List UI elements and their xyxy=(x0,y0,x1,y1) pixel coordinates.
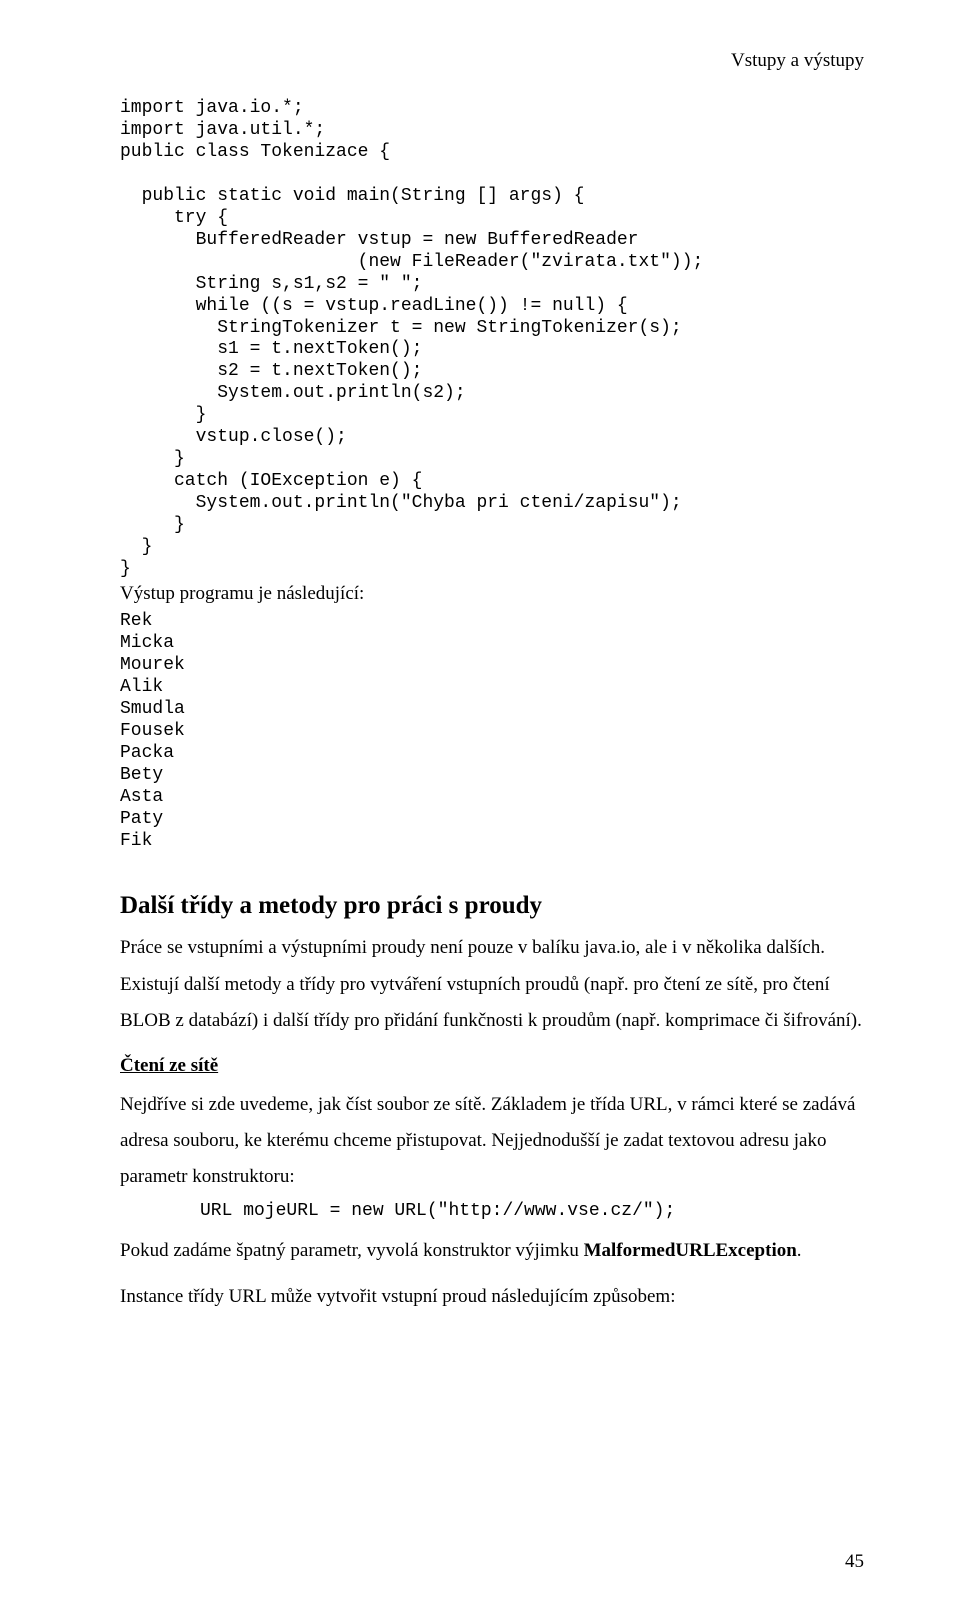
code-block-source: import java.io.*; import java.util.*; pu… xyxy=(120,98,864,581)
subsection-heading: Čtení ze sítě xyxy=(120,1055,864,1077)
output-intro-text: Výstup programu je následující: xyxy=(120,583,864,605)
code-line-url: URL mojeURL = new URL("http://www.vse.cz… xyxy=(200,1201,864,1223)
para3-pre: Pokud zadáme špatný parametr, vyvolá kon… xyxy=(120,1240,584,1261)
code-block-output: Rek Micka Mourek Alik Smudla Fousek Pack… xyxy=(120,611,864,852)
paragraph-4: Instance třídy URL může vytvořit vstupní… xyxy=(120,1279,864,1315)
paragraph-2: Nejdříve si zde uvedeme, jak číst soubor… xyxy=(120,1087,864,1195)
para3-post: . xyxy=(797,1240,802,1261)
page-container: Vstupy a výstupy import java.io.*; impor… xyxy=(0,0,960,1613)
paragraph-3: Pokud zadáme špatný parametr, vyvolá kon… xyxy=(120,1233,864,1269)
section-heading: Další třídy a metody pro práci s proudy xyxy=(120,892,864,920)
page-number: 45 xyxy=(845,1551,864,1573)
running-header: Vstupy a výstupy xyxy=(120,50,864,72)
paragraph-1: Práce se vstupními a výstupními proudy n… xyxy=(120,930,864,1038)
para3-bold: MalformedURLException xyxy=(584,1240,797,1261)
